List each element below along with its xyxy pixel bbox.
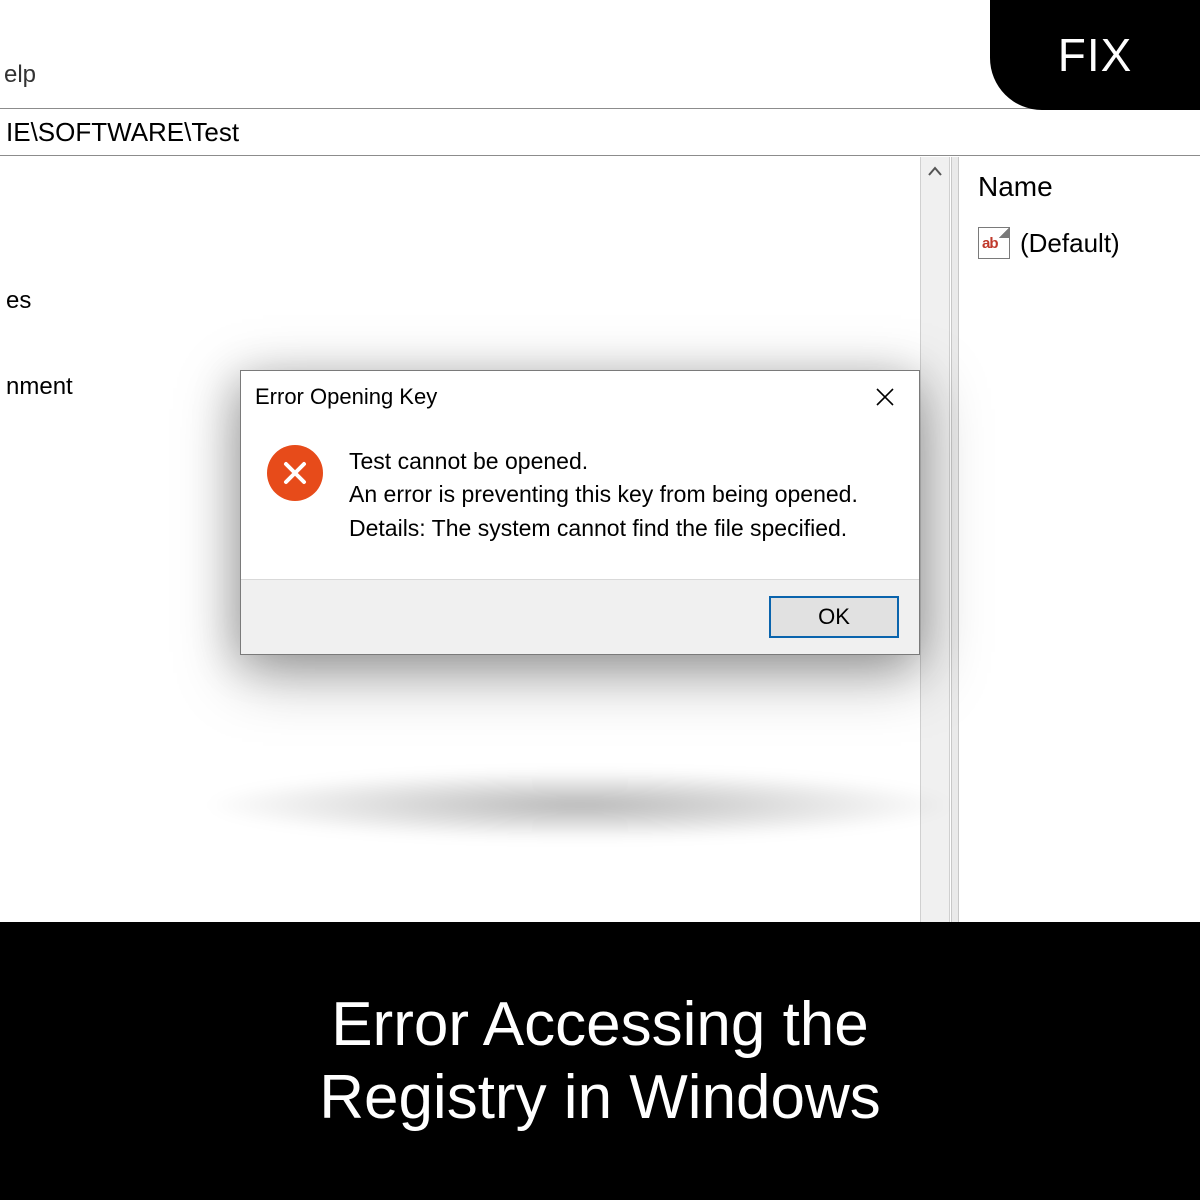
close-icon <box>874 386 896 408</box>
ok-button[interactable]: OK <box>769 596 899 638</box>
pane-splitter[interactable] <box>951 157 959 922</box>
caption-line2: Registry in Windows <box>319 1063 881 1132</box>
error-dialog: Error Opening Key Test cannot be opened.… <box>240 370 920 655</box>
vertical-scrollbar[interactable] <box>920 157 950 922</box>
caption-text: Error Accessing the Registry in Windows <box>319 988 881 1134</box>
address-path: IE\SOFTWARE\Test <box>6 117 239 148</box>
string-value-icon: ab <box>978 227 1010 259</box>
scroll-up-button[interactable] <box>921 157 949 187</box>
tree-item[interactable]: es <box>6 287 920 315</box>
menu-bar: elp <box>0 50 36 100</box>
dialog-footer: OK <box>241 579 919 654</box>
values-pane[interactable]: Name ab (Default) <box>960 157 1200 922</box>
caption-line1: Error Accessing the <box>331 990 869 1059</box>
dialog-line2: An error is preventing this key from bei… <box>349 478 858 511</box>
dialog-close-button[interactable] <box>865 377 905 417</box>
value-name: (Default) <box>1020 228 1120 259</box>
dialog-line1: Test cannot be opened. <box>349 445 858 478</box>
fix-badge: FIX <box>990 0 1200 110</box>
canvas: elp IE\SOFTWARE\Test es nment Name ab (D… <box>0 0 1200 1200</box>
string-icon-label: ab <box>982 235 998 252</box>
dialog-title: Error Opening Key <box>255 384 437 410</box>
dialog-titlebar[interactable]: Error Opening Key <box>241 371 919 423</box>
address-bar[interactable]: IE\SOFTWARE\Test <box>0 108 1200 156</box>
chevron-up-icon <box>927 164 943 180</box>
dialog-message: Test cannot be opened. An error is preve… <box>349 445 858 545</box>
cross-icon <box>280 458 310 488</box>
dialog-line3: Details: The system cannot find the file… <box>349 512 858 545</box>
error-icon <box>267 445 323 545</box>
fix-badge-text: FIX <box>1058 28 1133 82</box>
column-header-name[interactable]: Name <box>978 171 1200 203</box>
menu-help[interactable]: elp <box>0 61 36 89</box>
caption-bar: Error Accessing the Registry in Windows <box>0 922 1200 1200</box>
dialog-body: Test cannot be opened. An error is preve… <box>241 423 919 579</box>
tree-items: es nment <box>0 157 920 401</box>
value-row-default[interactable]: ab (Default) <box>978 227 1200 259</box>
